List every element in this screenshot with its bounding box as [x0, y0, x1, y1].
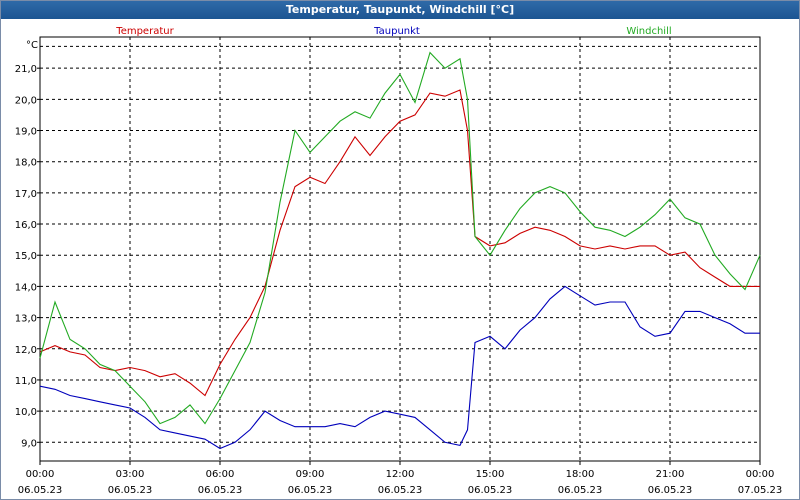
y-tick-label: 10,0 [15, 407, 37, 418]
y-tick-label: 17,0 [15, 189, 37, 200]
x-tick-time-label: 21:00 [656, 469, 685, 480]
y-tick-label: 15,0 [15, 251, 37, 262]
x-tick-date-label: 06.05.23 [108, 485, 153, 496]
y-tick-label: 9,0 [21, 438, 37, 449]
line-chart: 9,0 10,0 11,0 12,0 13,0 14,0 15,0 16,0 17,0 18,0 1… [15, 26, 783, 496]
y-axis-unit-label: °C [26, 40, 38, 51]
y-tick-label: 13,0 [15, 314, 37, 325]
y-tick-labels: 9,0 10,0 11,0 12,0 13,0 14,0 15,0 16,0 17,0 18,0 1… [15, 64, 37, 449]
legend: Temperatur Taupunkt Windchill [115, 26, 671, 37]
x-tick-date-label: 06.05.23 [288, 485, 333, 496]
x-tick-time-label: 06:00 [206, 469, 235, 480]
y-tick-label: 21,0 [15, 64, 37, 75]
x-tick-time-label: 00:00 [26, 469, 55, 480]
x-tick-time-label: 18:00 [566, 469, 595, 480]
x-tick-date-label: 06.05.23 [468, 485, 513, 496]
grid-layer [37, 37, 761, 465]
x-tick-time-label: 00:00 [746, 469, 775, 480]
x-tick-time-label: 12:00 [386, 469, 415, 480]
y-tick-label: 12,0 [15, 345, 37, 356]
y-tick-label: 20,0 [15, 95, 37, 106]
x-tick-labels: 00:00 06.05.23 03:00 06.05.23 06:00 06.05.23 0… [18, 469, 783, 496]
x-tick-time-label: 15:00 [476, 469, 505, 480]
y-tick-label: 18,0 [15, 158, 37, 169]
x-tick-date-label: 06.05.23 [18, 485, 63, 496]
legend-entry-temperatur: Temperatur [115, 26, 174, 37]
x-tick-date-label: 06.05.23 [648, 485, 693, 496]
x-tick-date-label: 07.05.23 [738, 485, 783, 496]
x-tick-date-label: 06.05.23 [378, 485, 423, 496]
x-tick-date-label: 06.05.23 [558, 485, 603, 496]
y-tick-label: 16,0 [15, 220, 37, 231]
legend-entry-taupunkt: Taupunkt [373, 26, 420, 37]
y-tick-label: 11,0 [15, 376, 37, 387]
y-tick-label: 19,0 [15, 127, 37, 138]
y-tick-label: 14,0 [15, 282, 37, 293]
x-tick-time-label: 03:00 [116, 469, 145, 480]
x-tick-date-label: 06.05.23 [198, 485, 243, 496]
x-tick-time-label: 09:00 [296, 469, 325, 480]
legend-entry-windchill: Windchill [626, 26, 671, 37]
